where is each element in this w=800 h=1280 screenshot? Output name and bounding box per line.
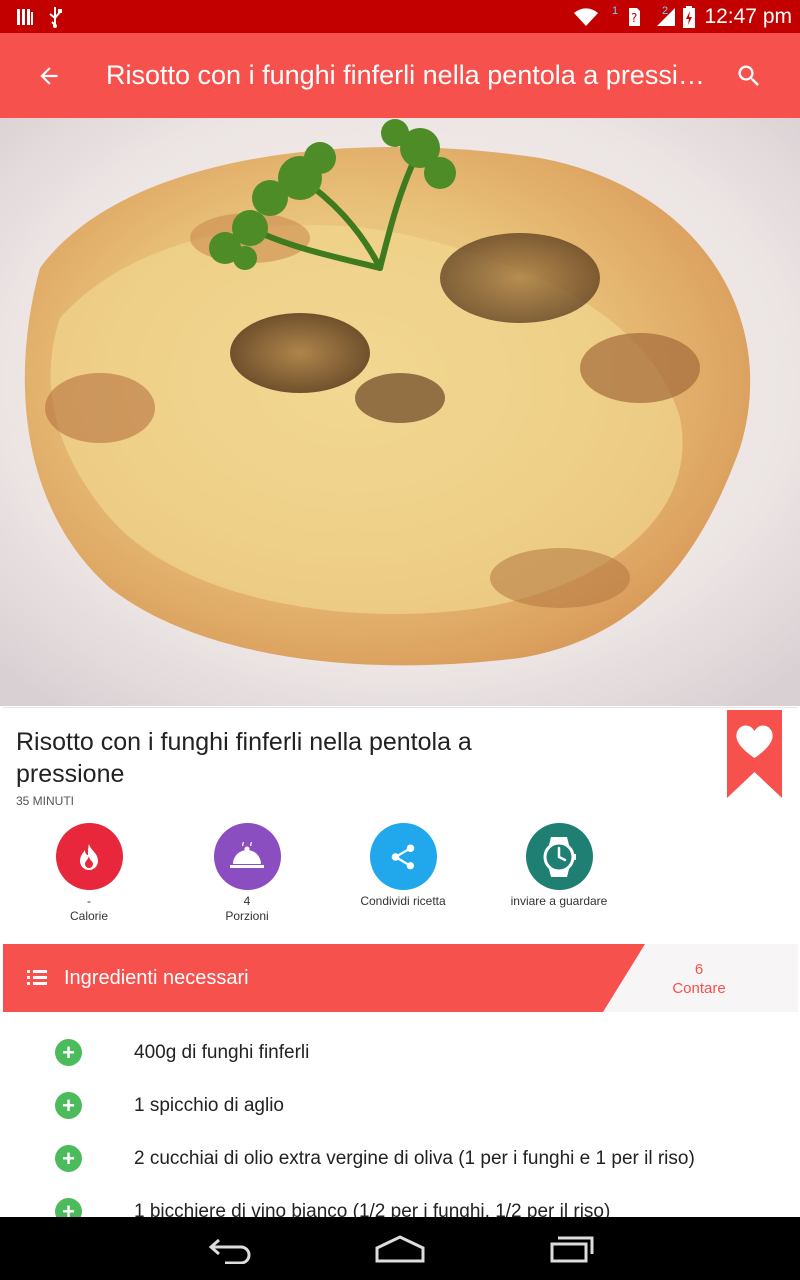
wifi-icon — [572, 0, 600, 33]
ingredient-item: + 2 cucchiai di olio extra vergine di ol… — [3, 1132, 798, 1185]
nav-recents-button[interactable] — [542, 1227, 602, 1271]
favorite-button[interactable] — [727, 710, 782, 798]
plus-icon: + — [62, 1146, 75, 1171]
nav-home-icon — [375, 1235, 425, 1263]
status-bar: 1 ? 2 12:47 pm — [0, 0, 800, 33]
watch-icon — [525, 823, 593, 890]
nav-back-button[interactable] — [200, 1227, 260, 1271]
recipe-title: Risotto con i funghi finferli nella pent… — [16, 728, 472, 788]
ingredients-count: 6 Contare — [649, 960, 749, 998]
ingredients-header-label: Ingredienti necessari — [64, 967, 249, 989]
ingredients-header: Ingredienti necessari 6 Contare — [3, 944, 798, 1012]
battery-charging-icon — [682, 0, 696, 33]
servings-label: Porzioni — [225, 909, 269, 923]
ingredient-text: 1 spicchio di aglio — [134, 1095, 284, 1116]
servings-action[interactable]: 4 Porzioni — [192, 823, 302, 924]
ingredients-count-label: Contare — [672, 980, 726, 997]
plus-icon: + — [62, 1040, 75, 1065]
back-button[interactable] — [24, 51, 74, 101]
plus-icon: + — [62, 1093, 75, 1118]
ingredients-count-value: 6 — [694, 961, 704, 978]
send-to-watch-action[interactable]: inviare a guardare — [504, 823, 614, 909]
flame-icon — [55, 823, 123, 890]
app-bar: Risotto con i funghi finferli nella pent… — [0, 33, 800, 118]
recipe-time: 35 MINUTI — [16, 794, 75, 808]
app-bar-title: Risotto con i funghi finferli nella pent… — [106, 60, 706, 90]
ingredient-item: + 1 spicchio di aglio — [3, 1079, 798, 1132]
nav-back-icon — [208, 1238, 251, 1264]
servings-value: 4 — [243, 894, 251, 908]
share-label: Condividi ricetta — [360, 894, 446, 908]
usb-icon — [45, 0, 65, 33]
recipe-photo — [0, 118, 800, 706]
share-action[interactable]: Condividi ricetta — [348, 823, 458, 909]
recipe-card: Risotto con i funghi finferli nella pent… — [3, 707, 798, 1218]
ingredients-list: + 400g di funghi finferli + 1 spicchio d… — [3, 1012, 798, 1218]
status-time: 12:47 pm — [704, 5, 792, 28]
share-icon — [369, 823, 437, 890]
signal-icon — [655, 0, 679, 33]
ingredient-item: + 400g di funghi finferli — [3, 1026, 798, 1079]
sim-card-icon — [15, 0, 35, 33]
ingredient-text: 400g di funghi finferli — [134, 1042, 310, 1063]
add-ingredient-button[interactable]: + — [55, 1198, 82, 1218]
cloche-icon — [213, 823, 281, 890]
search-button[interactable] — [724, 51, 774, 101]
add-ingredient-button[interactable]: + — [55, 1145, 82, 1172]
calories-value: - — [87, 894, 91, 908]
sim-unknown-icon: ? — [626, 0, 642, 33]
nav-home-button[interactable] — [370, 1227, 430, 1271]
ingredient-text: 1 bicchiere di vino bianco (1/2 per i fu… — [134, 1201, 611, 1218]
recipe-actions: - Calorie 4 Porzioni Condividi ricetta i… — [3, 823, 798, 933]
plus-icon: + — [62, 1199, 75, 1218]
svg-text:?: ? — [631, 11, 637, 25]
ingredient-item: + 1 bicchiere di vino bianco (1/2 per i … — [3, 1185, 798, 1218]
search-icon — [738, 65, 759, 86]
navigation-bar — [0, 1217, 800, 1280]
ingredient-text: 2 cucchiai di olio extra vergine di oliv… — [134, 1148, 695, 1169]
send-to-watch-label: inviare a guardare — [510, 894, 608, 908]
nav-recents-icon — [550, 1236, 594, 1263]
calories-label: Calorie — [69, 909, 108, 923]
calories-action[interactable]: - Calorie — [34, 823, 144, 924]
add-ingredient-button[interactable]: + — [55, 1039, 82, 1066]
sim1-badge: 1 — [612, 4, 619, 17]
arrow-back-icon — [40, 67, 58, 85]
add-ingredient-button[interactable]: + — [55, 1092, 82, 1119]
list-icon — [27, 970, 47, 985]
